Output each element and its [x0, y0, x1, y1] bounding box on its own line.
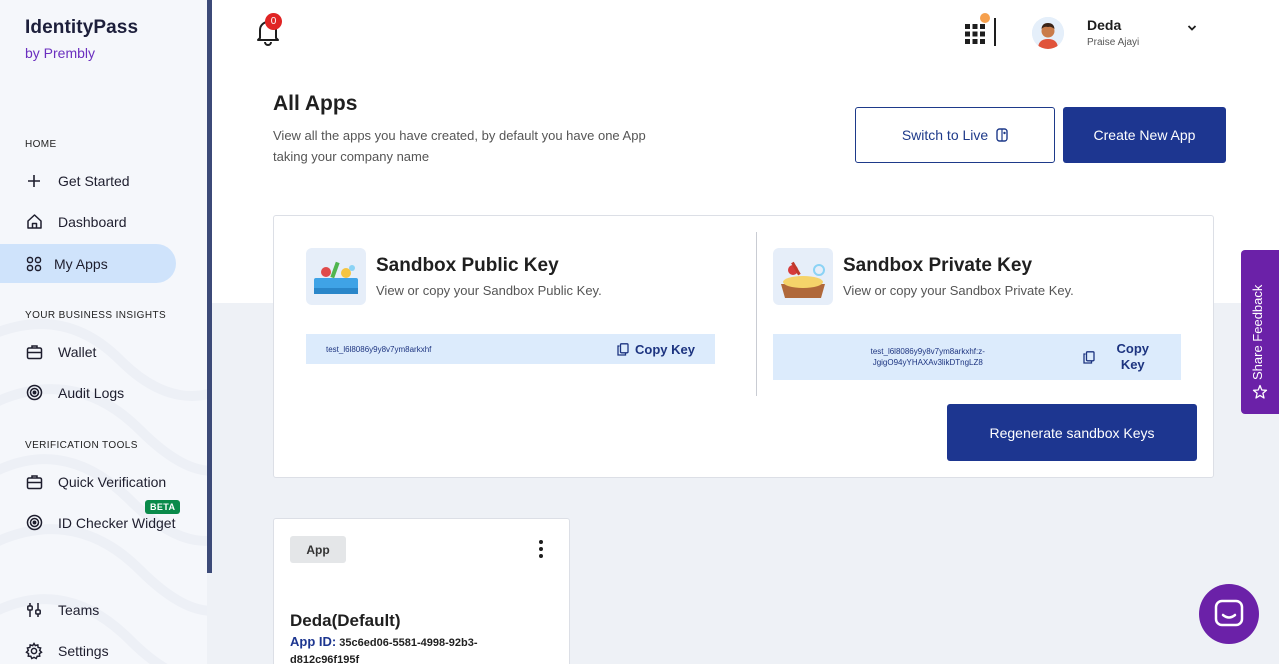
section-label-home: HOME: [25, 139, 57, 150]
copy-private-key-button[interactable]: Copy Key: [1082, 341, 1150, 373]
plus-icon: [25, 172, 43, 190]
user-subtitle: Praise Ajayi: [1087, 37, 1140, 48]
sidebar-item-label: Settings: [58, 642, 109, 659]
gear-icon: [25, 641, 43, 660]
sidebar-item-get-started[interactable]: Get Started: [0, 161, 176, 200]
sidebar-item-label: My Apps: [54, 255, 108, 272]
sidebar-item-settings[interactable]: Settings: [0, 631, 176, 664]
private-key-box: test_l6l8086y9y8v7ym8arkxhf:z- JgigO94yY…: [773, 334, 1181, 380]
private-key-value-line-1: test_l6l8086y9y8v7ym8arkxhf:z-: [870, 347, 985, 356]
app-name: Deda(Default): [290, 611, 401, 630]
sidebar-item-label: Wallet: [58, 343, 97, 360]
copy-public-key-label: Copy Key: [635, 341, 695, 357]
star-icon: [1252, 384, 1268, 399]
sidebar: IdentityPass by Prembly HOME Get Started…: [0, 0, 207, 664]
copy-private-key-label-line-2: Key: [1120, 357, 1145, 372]
apps-icon: [25, 255, 43, 273]
sliders-icon: [25, 601, 43, 619]
sidebar-item-my-apps[interactable]: My Apps: [0, 244, 176, 283]
brand-sub: by Prembly: [25, 45, 96, 61]
avatar[interactable]: [1032, 17, 1064, 49]
brand-name: IdentityPass: [25, 17, 139, 38]
brand[interactable]: IdentityPass by Prembly: [25, 17, 138, 61]
chat-launcher-button[interactable]: [1199, 584, 1259, 644]
public-key-value[interactable]: test_l6l8086y9y8v7ym8arkxhf: [326, 345, 617, 354]
private-key-illustration: [773, 248, 833, 305]
private-key-value-line-2: JgigO94yYHAXAv3likDTngLZ8: [872, 358, 983, 367]
app-grid-icon[interactable]: [965, 24, 985, 44]
notification-badge: 0: [265, 13, 282, 30]
sidebar-item-dashboard[interactable]: Dashboard: [0, 202, 176, 241]
chevron-down-icon[interactable]: [1186, 22, 1198, 34]
target-icon: [25, 384, 43, 402]
beta-badge: BETA: [145, 500, 181, 514]
sidebar-item-label: Quick Verification: [58, 473, 167, 490]
sidebar-item-label: Get Started: [58, 172, 130, 189]
app-grid-indicator-dot: [980, 13, 990, 23]
sidebar-item-label: Teams: [58, 601, 100, 618]
keys-divider: [756, 232, 757, 396]
create-new-app-button[interactable]: Create New App: [1063, 107, 1226, 163]
sidebar-item-label: ID Checker Widget: [58, 514, 176, 531]
sidebar-item-audit-logs[interactable]: Audit Logs: [0, 373, 176, 412]
home-icon: [25, 213, 43, 231]
page-title: All Apps: [273, 92, 358, 115]
private-key-value[interactable]: test_l6l8086y9y8v7ym8arkxhf:z- JgigO94yY…: [773, 346, 1083, 368]
public-key-description: View or copy your Sandbox Public Key.: [376, 283, 602, 298]
copy-private-key-label-line-1: Copy: [1116, 341, 1150, 356]
page-description: View all the apps you have created, by d…: [273, 128, 646, 164]
sidebar-item-label: Dashboard: [58, 213, 127, 230]
section-label-business-insights: YOUR BUSINESS INSIGHTS: [25, 310, 167, 321]
sidebar-item-teams[interactable]: Teams: [0, 590, 176, 629]
user-name[interactable]: Deda: [1087, 17, 1121, 33]
public-key-illustration: [306, 248, 366, 305]
app-id: App ID: 35c6ed06-5581-4998-92b3-d812c96f…: [290, 633, 530, 664]
app-id-label: App ID:: [290, 634, 337, 649]
sidebar-item-label: Audit Logs: [58, 384, 125, 401]
briefcase-icon: [25, 473, 43, 491]
regenerate-sandbox-keys-button[interactable]: Regenerate sandbox Keys: [947, 404, 1197, 461]
private-key-description: View or copy your Sandbox Private Key.: [843, 283, 1074, 298]
toggle-icon: [996, 128, 1008, 142]
sidebar-item-wallet[interactable]: Wallet: [0, 332, 176, 371]
section-label-verification-tools: VERIFICATION TOOLS: [25, 440, 138, 451]
copy-icon: [617, 342, 629, 356]
sidebar-item-quick-verification[interactable]: Quick Verification: [0, 462, 176, 501]
public-key-box: test_l6l8086y9y8v7ym8arkxhf Copy Key: [306, 334, 715, 364]
switch-to-live-button[interactable]: Switch to Live: [855, 107, 1055, 163]
private-key-title: Sandbox Private Key: [843, 255, 1033, 276]
copy-private-key-label: Copy Key: [1117, 341, 1150, 373]
avatar-illustration: [1032, 17, 1064, 49]
header-divider: [994, 18, 996, 46]
more-options-icon[interactable]: [532, 538, 550, 560]
copy-icon: [1082, 350, 1095, 364]
public-key-title: Sandbox Public Key: [376, 255, 559, 276]
copy-public-key-button[interactable]: Copy Key: [617, 342, 695, 357]
switch-to-live-label: Switch to Live: [901, 127, 989, 143]
briefcase-icon: [25, 343, 43, 361]
share-feedback-label: Share Feedback: [1250, 284, 1265, 380]
chat-icon: [1214, 599, 1244, 627]
target-icon: [25, 514, 43, 532]
app-tag: App: [290, 536, 346, 563]
